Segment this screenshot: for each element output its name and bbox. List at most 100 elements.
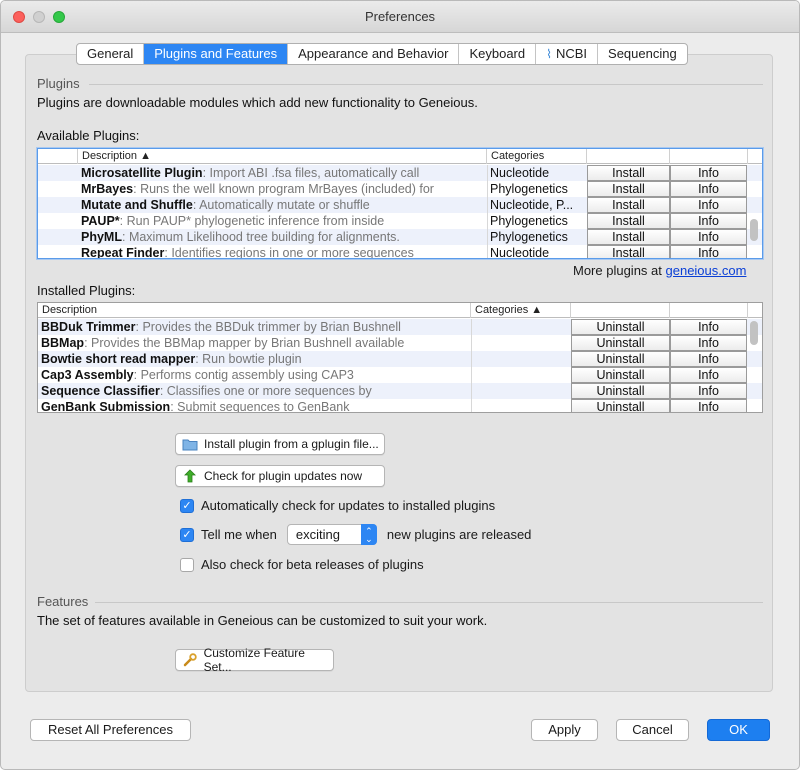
plugin-name: PhyML xyxy=(81,230,122,244)
plugin-description: Sequence Classifier: Classifies one or m… xyxy=(41,383,470,399)
info-button[interactable]: Info xyxy=(670,213,747,229)
uninstall-button[interactable]: Uninstall xyxy=(571,335,670,351)
uninstall-button[interactable]: Uninstall xyxy=(571,319,670,335)
apply-button[interactable]: Apply xyxy=(531,719,598,741)
tell-me-checkbox[interactable]: ✓ xyxy=(180,527,194,542)
tab-appearance-and-behavior[interactable]: Appearance and Behavior xyxy=(288,44,460,64)
info-button[interactable]: Info xyxy=(670,367,747,383)
name-separator: : xyxy=(159,384,167,398)
tab-keyboard[interactable]: Keyboard xyxy=(459,44,537,64)
plugin-description: Cap3 Assembly: Performs contig assembly … xyxy=(41,367,470,383)
tab-label: Keyboard xyxy=(469,46,526,61)
tab-ncbi[interactable]: ⌇ NCBI xyxy=(536,44,599,64)
table-row[interactable]: PhyML: Maximum Likelihood tree building … xyxy=(38,229,762,245)
column-header-uninstall xyxy=(571,303,670,318)
plugin-name: Mutate and Shuffle xyxy=(81,198,193,212)
plugin-category: Nucleotide xyxy=(487,165,587,181)
uninstall-button[interactable]: Uninstall xyxy=(571,351,670,367)
name-separator: : xyxy=(202,166,210,180)
plugin-name: Cap3 Assembly xyxy=(41,368,134,382)
tab-label: Appearance and Behavior xyxy=(298,46,449,61)
uninstall-button[interactable]: Uninstall xyxy=(571,383,670,399)
plugin-summary: Provides the BBMap mapper by Brian Bushn… xyxy=(91,336,405,350)
install-button[interactable]: Install xyxy=(587,245,670,258)
column-header-categories[interactable]: Categories ▲ xyxy=(471,303,571,318)
checkbox-label: Also check for beta releases of plugins xyxy=(201,557,424,572)
plugin-description: Microsatellite Plugin: Import ABI .fsa f… xyxy=(81,165,486,181)
table-row[interactable]: PAUP*: Run PAUP* phylogenetic inference … xyxy=(38,213,762,229)
info-button[interactable]: Info xyxy=(670,351,747,367)
ok-button[interactable]: OK xyxy=(707,719,770,741)
plugin-category xyxy=(471,319,571,335)
column-header-info xyxy=(670,303,748,318)
info-button[interactable]: Info xyxy=(670,399,747,412)
table-row[interactable]: Microsatellite Plugin: Import ABI .fsa f… xyxy=(38,165,762,181)
table-row[interactable]: BBDuk Trimmer: Provides the BBDuk trimme… xyxy=(38,319,762,335)
excitement-select[interactable]: exciting ⌃ ⌄ xyxy=(286,524,377,545)
info-button[interactable]: Info xyxy=(670,383,747,399)
info-button[interactable]: Info xyxy=(670,245,747,258)
tell-me-when-option[interactable]: ✓ Tell me when exciting ⌃ ⌄ new plugins a… xyxy=(180,524,531,545)
info-button[interactable]: Info xyxy=(670,229,747,245)
tab-label: Sequencing xyxy=(608,46,677,61)
table-row[interactable]: Mutate and Shuffle: Automatically mutate… xyxy=(38,197,762,213)
column-header-info xyxy=(670,149,748,164)
geneious-link[interactable]: geneious.com xyxy=(666,263,747,278)
column-header-categories[interactable]: Categories xyxy=(487,149,587,164)
table-row[interactable]: GenBank Submission: Submit sequences to … xyxy=(38,399,762,413)
info-button[interactable]: Info xyxy=(670,197,747,213)
auto-check-updates-option[interactable]: ✓ Automatically check for updates to ins… xyxy=(180,498,495,513)
plugin-name: GenBank Submission xyxy=(41,400,171,413)
beta-releases-option[interactable]: Also check for beta releases of plugins xyxy=(180,557,424,572)
table-row[interactable]: MrBayes: Runs the well known program MrB… xyxy=(38,181,762,197)
table-row[interactable]: Sequence Classifier: Classifies one or m… xyxy=(38,383,762,399)
select-chevron-icon: ⌃ ⌄ xyxy=(360,524,377,545)
available-table-scrollbar[interactable] xyxy=(750,219,758,241)
plugin-name: Sequence Classifier xyxy=(41,384,160,398)
beta-checkbox[interactable] xyxy=(180,557,194,572)
installed-plugins-table[interactable]: Description Categories ▲ BBDuk Trimmer: … xyxy=(37,302,763,413)
tab-label: Plugins and Features xyxy=(154,46,278,61)
uninstall-button[interactable]: Uninstall xyxy=(571,399,670,412)
plugin-description: GenBank Submission: Submit sequences to … xyxy=(41,399,470,413)
reset-all-preferences-button[interactable]: Reset All Preferences xyxy=(30,719,191,741)
installed-table-scrollbar[interactable] xyxy=(750,321,758,345)
install-button[interactable]: Install xyxy=(587,213,670,229)
plugin-category: Phylogenetics xyxy=(487,181,587,197)
auto-check-checkbox[interactable]: ✓ xyxy=(180,498,194,513)
uninstall-button[interactable]: Uninstall xyxy=(571,367,670,383)
available-plugins-table[interactable]: Description ▲ Categories Microsatellite … xyxy=(37,148,763,259)
info-button[interactable]: Info xyxy=(670,335,747,351)
install-button[interactable]: Install xyxy=(587,197,670,213)
table-row[interactable]: Bowtie short read mapper: Run bowtie plu… xyxy=(38,351,762,367)
checkbox-label: Automatically check for updates to insta… xyxy=(201,498,496,513)
table-row[interactable]: Repeat Finder: Identifies regions in one… xyxy=(38,245,762,258)
cancel-button[interactable]: Cancel xyxy=(616,719,689,741)
plugins-section-title: Plugins xyxy=(37,76,80,91)
install-button[interactable]: Install xyxy=(587,229,670,245)
column-header-description[interactable]: Description ▲ xyxy=(78,149,487,164)
check-updates-button[interactable]: Check for plugin updates now xyxy=(175,465,385,487)
more-plugins-prefix: More plugins at xyxy=(573,263,666,278)
table-row[interactable]: BBMap: Provides the BBMap mapper by Bria… xyxy=(38,335,762,351)
install-button[interactable]: Install xyxy=(587,165,670,181)
plugin-category xyxy=(471,383,571,399)
install-from-file-button[interactable]: Install plugin from a gplugin file... xyxy=(175,433,385,455)
features-section-title: Features xyxy=(37,594,89,609)
plugin-category: Phylogenetics xyxy=(487,213,587,229)
column-header-description[interactable]: Description xyxy=(38,303,471,318)
plugin-summary: Runs the well known program MrBayes (inc… xyxy=(140,182,434,196)
plugin-summary: Run PAUP* phylogenetic inference from in… xyxy=(126,214,385,228)
table-row[interactable]: Cap3 Assembly: Performs contig assembly … xyxy=(38,367,762,383)
plugin-name: BBDuk Trimmer xyxy=(41,320,136,334)
customize-feature-set-button[interactable]: Customize Feature Set... xyxy=(175,646,334,674)
tab-plugins-and-features[interactable]: Plugins and Features xyxy=(144,44,289,64)
ncbi-helix-icon: ⌇ xyxy=(546,47,552,61)
install-button[interactable]: Install xyxy=(587,181,670,197)
tab-general[interactable]: General xyxy=(77,44,145,64)
info-button[interactable]: Info xyxy=(670,319,747,335)
info-button[interactable]: Info xyxy=(670,165,747,181)
info-button[interactable]: Info xyxy=(670,181,747,197)
tab-bar: General Plugins and Features Appearance … xyxy=(76,43,688,65)
tab-sequencing[interactable]: Sequencing xyxy=(598,44,687,64)
